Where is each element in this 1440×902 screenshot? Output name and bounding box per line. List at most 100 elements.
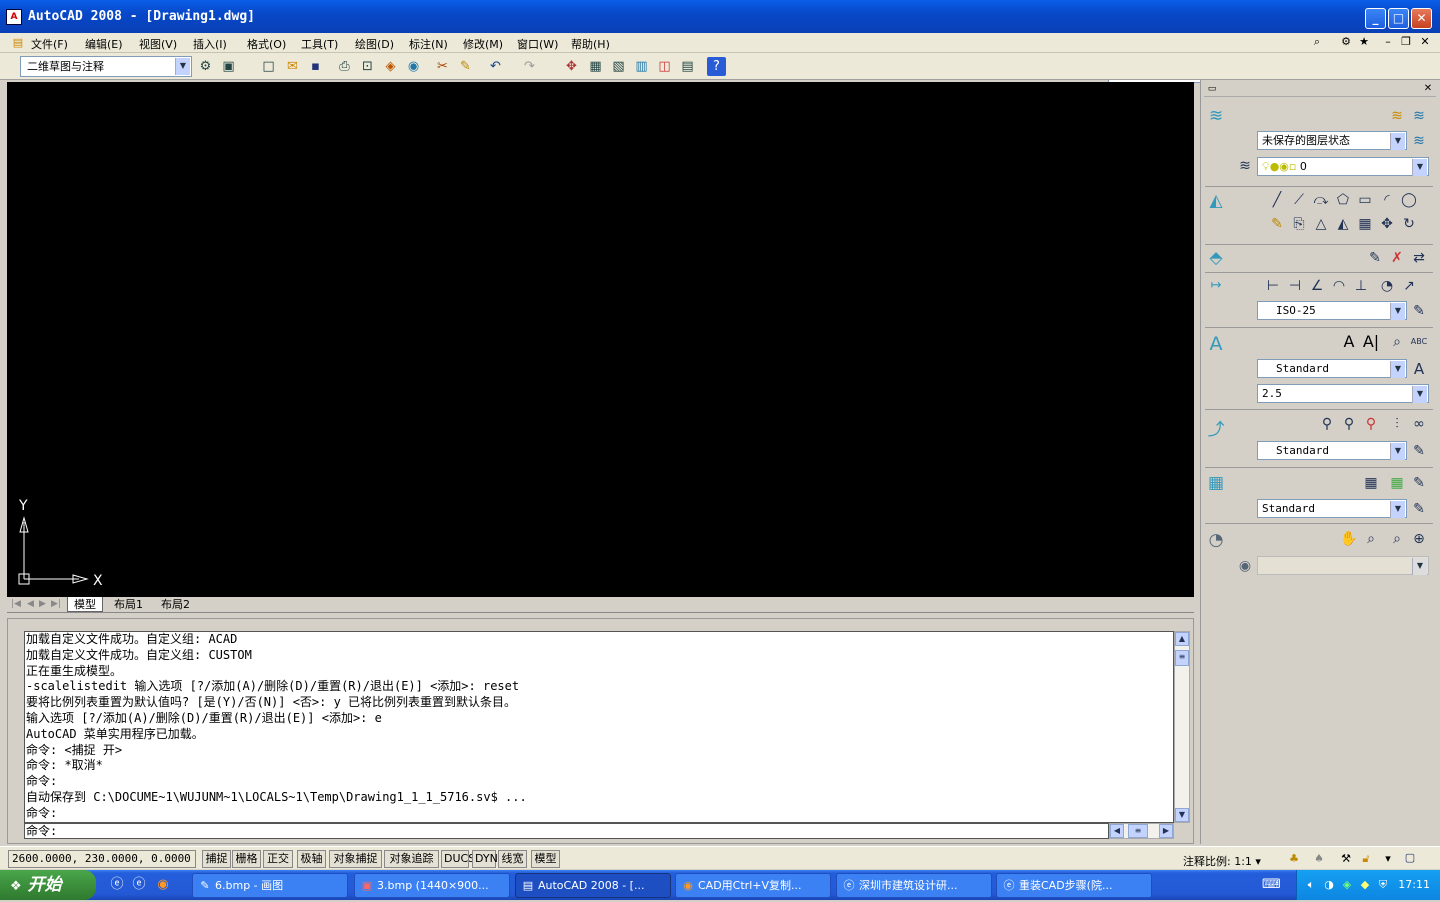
command-horizontal-scrollbar[interactable]: ◀ ≡ ▶ (1109, 823, 1174, 839)
offset-icon[interactable]: ◭ (1333, 214, 1353, 234)
chevron-down-icon[interactable]: ▼ (1412, 558, 1427, 575)
menu-tools[interactable]: 工具(T) (301, 36, 338, 52)
dim-radius-icon[interactable]: ◔ (1377, 276, 1397, 296)
remove-leader-icon[interactable]: ⚲ (1361, 414, 1381, 434)
mleader-style-dropdown[interactable]: Standard ▼ (1257, 441, 1407, 460)
grid-toggle[interactable]: 栅格 (232, 850, 261, 868)
polyline-icon[interactable]: ⤼ (1311, 190, 1331, 210)
layer-state-dropdown[interactable]: 未保存的图层状态 ▼ (1257, 131, 1407, 150)
text-panel-icon[interactable]: A (1205, 333, 1227, 355)
keyboard-icon[interactable]: ⌨ (1262, 876, 1281, 894)
clock[interactable]: 17:11 (1398, 878, 1430, 891)
title-bar[interactable]: A AutoCAD 2008 - [Drawing1.dwg] _ □ ✕ (0, 0, 1440, 34)
model-space-toggle[interactable]: 模型 (531, 850, 560, 868)
zoom-window-icon[interactable]: ⌕ (1387, 529, 1407, 549)
tab-last-icon[interactable]: ▶| (51, 599, 61, 609)
menu-edit[interactable]: 编辑(E) (85, 36, 123, 52)
dim-angular-icon[interactable]: ∠ (1307, 276, 1327, 296)
draw-panel-icon[interactable]: ◭ (1205, 191, 1227, 213)
mirror-icon[interactable]: △ (1311, 214, 1331, 234)
undo-icon[interactable]: ↶ (486, 57, 505, 76)
pan-realtime-icon[interactable]: ✥ (562, 57, 581, 76)
clean-screen-icon[interactable]: ▢ (1402, 850, 1418, 866)
cut-icon[interactable]: ✂ (433, 57, 452, 76)
menu-modify[interactable]: 修改(M) (463, 36, 503, 52)
redo-icon[interactable]: ↷ (520, 57, 539, 76)
palette-close-icon[interactable]: ✕ (1420, 81, 1436, 97)
multiline-text-icon[interactable]: A (1339, 332, 1359, 352)
auto-scale-icon[interactable]: ♠ (1311, 851, 1327, 867)
dim-ordinate-icon[interactable]: ⊥ (1351, 276, 1371, 296)
table-style-dropdown[interactable]: Standard ▼ (1257, 499, 1407, 518)
tab-prev-icon[interactable]: ◀ (27, 599, 34, 609)
menu-file[interactable]: 文件(F) (31, 36, 68, 52)
workspace-settings-icon[interactable]: ⚙ (196, 57, 215, 76)
dim-arc-icon[interactable]: ◠ (1329, 276, 1349, 296)
menu-format[interactable]: 格式(O) (247, 36, 286, 52)
annotation-visibility-icon[interactable]: ♣ (1286, 851, 1302, 867)
lock-icon[interactable]: 🔓︎ (1358, 851, 1374, 867)
save-icon[interactable]: ▪ (306, 57, 325, 76)
text-style-dropdown[interactable]: Standard ▼ (1257, 359, 1407, 378)
command-vertical-scrollbar[interactable]: ▲ ≡ ▼ (1174, 631, 1190, 823)
tab-layout2[interactable]: 布局2 (155, 597, 196, 612)
doc-restore-icon[interactable]: ❐ (1398, 34, 1414, 50)
dim-leader-icon[interactable]: ↗ (1399, 276, 1419, 296)
layer-properties-icon[interactable]: ≋ (1387, 106, 1407, 126)
layer-previous-icon[interactable]: ≋ (1409, 106, 1429, 126)
tab-next-icon[interactable]: ▶ (39, 599, 46, 609)
print-icon[interactable]: ⎙ (335, 57, 354, 76)
ie-quicklaunch-icon[interactable]: ⓔ (130, 876, 148, 894)
dyn-toggle[interactable]: DYN (472, 850, 498, 868)
status-menu-icon[interactable]: ▾ (1380, 851, 1396, 867)
ortho-toggle[interactable]: 正交 (263, 850, 293, 868)
rectangle-icon[interactable]: ▭ (1355, 190, 1375, 210)
tray-app-icon[interactable]: ◑ (1321, 877, 1337, 893)
polygon-icon[interactable]: ⬠ (1333, 190, 1353, 210)
erase-icon[interactable]: ✎ (1267, 214, 1287, 234)
chevron-down-icon[interactable]: ▼ (1390, 303, 1405, 320)
ducs-toggle[interactable]: DUCS (441, 850, 475, 868)
construction-line-icon[interactable]: ⟋ (1289, 190, 1309, 210)
task-reinstall[interactable]: ⓔ 重装CAD步骤(院... (996, 873, 1152, 898)
multileader-panel-icon[interactable]: ⤴ (1205, 415, 1227, 440)
volume-icon[interactable]: 🔈︎ (1303, 877, 1319, 893)
layer-state-manager-icon[interactable]: ≋ (1409, 131, 1429, 151)
tray-security-icon[interactable]: ◆ (1357, 877, 1373, 893)
menu-window[interactable]: 窗口(W) (517, 36, 558, 52)
navigation-panel-icon[interactable]: ◔ (1205, 530, 1227, 552)
move-icon[interactable]: ✥ (1377, 214, 1397, 234)
tab-model[interactable]: 模型 (67, 597, 103, 612)
zoom-realtime-icon[interactable]: ⌕ (1361, 529, 1381, 549)
array-icon[interactable]: ▦ (1355, 214, 1375, 234)
osnap-toggle[interactable]: 对象捕捉 (329, 850, 382, 868)
single-line-text-icon[interactable]: A| (1361, 332, 1381, 352)
scroll-down-icon[interactable]: ▼ (1175, 808, 1189, 822)
search-icon[interactable]: ⌕ (1309, 34, 1325, 50)
coordinates-display[interactable]: 2600.0000, 230.0000, 0.0000 (8, 850, 196, 868)
spell-check-icon[interactable]: ABC (1409, 332, 1429, 352)
scroll-up-icon[interactable]: ▲ (1175, 632, 1189, 646)
chevron-down-icon[interactable]: ▼ (1390, 133, 1405, 150)
scroll-right-icon[interactable]: ▶ (1159, 824, 1173, 838)
document-icon[interactable]: ▤ (10, 35, 26, 51)
arc-icon[interactable]: ◜ (1377, 190, 1397, 210)
tab-layout1[interactable]: 布局1 (108, 597, 149, 612)
chevron-down-icon[interactable]: ▼ (175, 58, 190, 75)
internet-explorer-icon[interactable]: ⓔ (108, 876, 126, 894)
autocad-app-icon[interactable]: A (6, 9, 22, 25)
close-button[interactable]: ✕ (1411, 8, 1432, 29)
text-style-manager-icon[interactable]: A (1409, 359, 1429, 379)
polar-toggle[interactable]: 极轴 (297, 850, 326, 868)
print-preview-icon[interactable]: ⊡ (358, 57, 377, 76)
design-center-icon[interactable]: ▧ (609, 57, 628, 76)
favorites-star-icon[interactable]: ★ (1356, 34, 1372, 50)
table-style-manager-icon[interactable]: ✎ (1409, 499, 1429, 519)
calculator-icon[interactable]: ▤ (678, 57, 697, 76)
edit-table-icon[interactable]: ▦ (1387, 473, 1407, 493)
copy-icon[interactable]: ⎘ (1289, 214, 1309, 234)
align-leaders-icon[interactable]: ⫶ (1387, 414, 1407, 434)
add-leader-icon[interactable]: ⚲ (1339, 414, 1359, 434)
dim-aligned-icon[interactable]: ⊣ (1285, 276, 1305, 296)
table-data-link-icon[interactable]: ✎ (1409, 473, 1429, 493)
